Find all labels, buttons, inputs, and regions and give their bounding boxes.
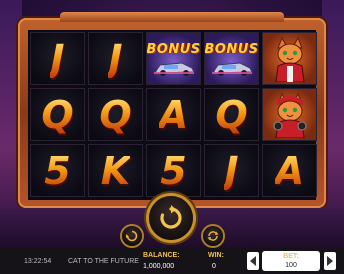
bet-decrease-button[interactable] xyxy=(247,252,259,270)
reel-cell: A xyxy=(146,88,201,141)
bet-label: BET: xyxy=(283,253,299,260)
symbol-q: Q xyxy=(99,92,132,137)
car-icon xyxy=(153,62,195,76)
symbol-5: 5 xyxy=(160,148,187,193)
symbol-j: J xyxy=(108,36,123,81)
bonus-label: BONUS xyxy=(146,42,201,57)
cat-icon xyxy=(273,92,306,138)
chevron-left-icon xyxy=(250,256,256,266)
symbol-q: Q xyxy=(41,92,74,137)
win-value: 0 xyxy=(212,263,216,270)
bet-value: 100 xyxy=(285,262,297,269)
game-title: CAT TO THE FUTURE xyxy=(68,258,139,265)
autoplay-icon xyxy=(126,230,138,242)
balance-label: BALANCE: xyxy=(143,252,180,259)
symbol-q: Q xyxy=(215,92,248,137)
autoplay-button[interactable] xyxy=(122,226,142,246)
cat-symbol xyxy=(262,88,317,141)
spin-button[interactable] xyxy=(149,196,193,240)
turbo-button[interactable] xyxy=(203,226,223,246)
reel-cell: J xyxy=(30,32,85,85)
bonus-label: BONUS xyxy=(204,42,259,57)
cat-symbol xyxy=(262,32,317,85)
reel-cell: Q xyxy=(204,88,259,141)
reel-cell: 5 xyxy=(30,144,85,197)
reel-cell: Q xyxy=(30,88,85,141)
turbo-icon xyxy=(207,231,219,241)
bet-display: BET: 100 xyxy=(262,251,320,271)
balance-value: 1,000,000 xyxy=(143,263,175,270)
reel-frame-top xyxy=(60,12,284,22)
chevron-right-icon xyxy=(327,256,333,266)
bonus-symbol: BONUS xyxy=(146,32,201,85)
reel-cell: J xyxy=(88,32,143,85)
reel-cell: 5 xyxy=(146,144,201,197)
car-icon xyxy=(211,62,253,76)
reel-cell: J xyxy=(204,144,259,197)
symbol-a: A xyxy=(158,92,189,137)
symbol-j: J xyxy=(224,148,239,193)
symbol-j: J xyxy=(50,36,65,81)
reel-cell: A xyxy=(262,144,317,197)
symbol-5: 5 xyxy=(44,148,71,193)
symbol-k: K xyxy=(100,148,131,193)
bet-increase-button[interactable] xyxy=(324,252,336,270)
bonus-symbol: BONUS xyxy=(204,32,259,85)
win-label: WIN: xyxy=(208,252,224,259)
clock-time: 13:22:54 xyxy=(24,258,52,265)
reel-cell: Q xyxy=(88,88,143,141)
reel-cell: K xyxy=(88,144,143,197)
spin-arrow-icon xyxy=(160,205,182,229)
cat-icon xyxy=(274,36,305,82)
reel-grid: J J BONUS BONUS Q Q A Q 5 K 5 J A xyxy=(28,30,317,200)
symbol-a: A xyxy=(274,148,305,193)
